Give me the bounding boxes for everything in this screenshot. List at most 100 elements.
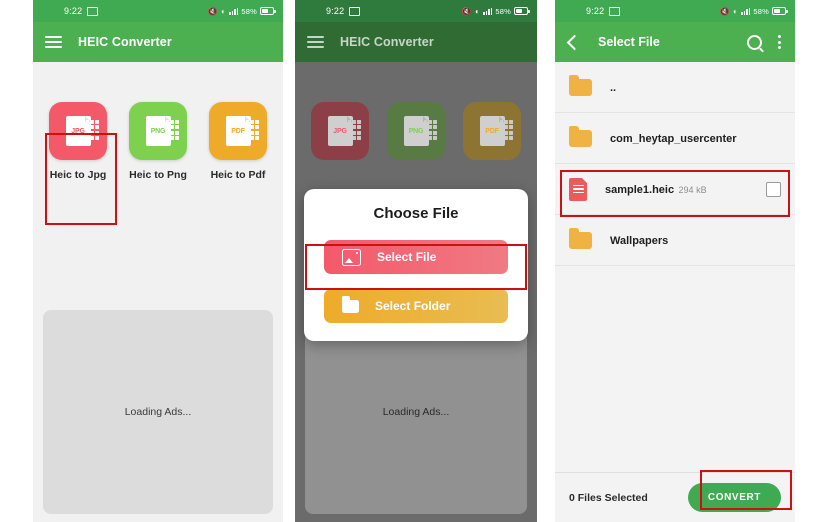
- document-shape: PDF: [479, 116, 513, 146]
- card-label: Heic to Png: [387, 169, 445, 181]
- list-item[interactable]: ..: [555, 62, 795, 113]
- ad-loading-text: Loading Ads...: [124, 406, 192, 418]
- status-time: 9:22: [586, 6, 605, 16]
- folder-icon: [569, 74, 592, 96]
- file-browser-title: Select File: [598, 35, 660, 49]
- status-bar: 9:22 🔇 ◐ 58%: [33, 0, 283, 22]
- conversion-card-row: JPG Heic to Jpg PNG Heic to Png PDF Heic…: [295, 62, 537, 181]
- file-select-checkbox[interactable]: [766, 181, 781, 197]
- choose-file-dialog: Choose File Select File Select Folder: [304, 189, 528, 341]
- document-shape: PNG: [403, 116, 437, 146]
- wifi-icon: ◐: [474, 6, 480, 16]
- folder-icon: [569, 227, 592, 249]
- format-label: PDF: [485, 127, 499, 135]
- document-shape: JPG: [65, 116, 99, 146]
- battery-icon: [260, 7, 276, 15]
- card-heic-to-png[interactable]: PNG Heic to Png: [125, 102, 191, 181]
- list-item-sample1-heic[interactable]: sample1.heic 294 kB: [555, 164, 795, 215]
- pixel-decoration: [499, 120, 513, 140]
- battery-icon: [514, 7, 530, 15]
- folder-icon: [569, 125, 592, 147]
- list-item-text: sample1.heic 294 kB: [605, 180, 766, 198]
- file-list: .. com_heytap_usercenter sample1.heic 29…: [555, 62, 795, 472]
- file-browser-footer: 0 Files Selected CONVERT: [555, 472, 795, 522]
- pixel-decoration: [165, 120, 179, 140]
- list-item-text: ..: [610, 78, 781, 96]
- volume-mute-icon: 🔇: [461, 6, 472, 16]
- volume-mute-icon: 🔇: [207, 6, 218, 16]
- status-time: 9:22: [326, 6, 345, 16]
- list-item-name: Wallpapers: [610, 235, 669, 247]
- phone-screen-choose-file-dialog: 9:22 🔇 ◐ 58% HEIC Converter JPG Heic to …: [295, 0, 537, 522]
- status-icons: 🔇 ◐ 58%: [461, 6, 530, 16]
- search-icon[interactable]: [747, 34, 762, 50]
- heic-file-icon: [569, 177, 587, 201]
- list-item-size: 294 kB: [678, 185, 707, 195]
- png-file-icon: PNG: [129, 102, 187, 160]
- select-folder-button[interactable]: Select Folder: [324, 289, 508, 323]
- format-label: PNG: [408, 127, 424, 135]
- signal-bars-icon: [741, 7, 751, 15]
- card-heic-to-pdf: PDF Heic to Pdf: [459, 102, 525, 181]
- status-time: 9:22: [64, 6, 83, 16]
- card-label: Heic to Pdf: [464, 169, 520, 181]
- pixel-decoration: [423, 120, 437, 140]
- format-label: PDF: [231, 127, 245, 135]
- wifi-icon: ◐: [732, 6, 738, 16]
- list-item[interactable]: com_heytap_usercenter: [555, 113, 795, 164]
- status-icons: 🔇 ◐ 58%: [207, 6, 276, 16]
- status-bar: 9:22 🔇 ◐ 58%: [555, 0, 795, 22]
- pdf-file-icon: PDF: [209, 102, 267, 160]
- phone-screen-file-browser: 9:22 🔇 ◐ 58% Select File .. com_heytap_u…: [555, 0, 795, 522]
- app-title: HEIC Converter: [78, 35, 172, 49]
- file-browser-app-bar: Select File: [555, 22, 795, 62]
- card-label: Heic to Jpg: [49, 169, 107, 181]
- volume-mute-icon: 🔇: [719, 6, 730, 16]
- app-title: HEIC Converter: [340, 35, 434, 49]
- list-item-text: com_heytap_usercenter: [610, 129, 781, 147]
- pdf-file-icon: PDF: [463, 102, 521, 160]
- list-item-name: ..: [610, 82, 617, 94]
- hamburger-menu-icon[interactable]: [45, 35, 62, 49]
- conversion-card-row: JPG Heic to Jpg PNG Heic to Png PDF Heic…: [33, 62, 283, 181]
- more-vertical-icon[interactable]: [778, 35, 781, 49]
- app-bar: HEIC Converter: [33, 22, 283, 62]
- hamburger-menu-icon[interactable]: [307, 35, 324, 49]
- select-folder-label: Select Folder: [375, 299, 451, 313]
- image-icon: [342, 248, 361, 266]
- card-label: Heic to Pdf: [210, 169, 266, 181]
- select-file-button[interactable]: Select File: [324, 240, 508, 274]
- status-bar: 9:22 🔇 ◐ 58%: [295, 0, 537, 22]
- png-file-icon: PNG: [387, 102, 445, 160]
- wifi-icon: ◐: [220, 6, 226, 16]
- battery-percent-label: 58%: [241, 6, 257, 16]
- card-heic-to-jpg[interactable]: JPG Heic to Jpg: [45, 102, 111, 181]
- battery-percent-label: 58%: [495, 6, 511, 16]
- home-body: JPG Heic to Jpg PNG Heic to Png PDF Heic…: [33, 62, 283, 522]
- card-label: Heic to Jpg: [311, 169, 369, 181]
- document-shape: PNG: [145, 116, 179, 146]
- ad-loading-text: Loading Ads...: [382, 406, 450, 418]
- list-item[interactable]: Wallpapers: [555, 215, 795, 266]
- jpg-file-icon: JPG: [311, 102, 369, 160]
- pixel-decoration: [347, 120, 361, 140]
- battery-icon: [772, 7, 788, 15]
- battery-percent-label: 58%: [753, 6, 769, 16]
- document-shape: PDF: [225, 116, 259, 146]
- format-label: JPG: [71, 127, 85, 135]
- status-icons: 🔇 ◐ 58%: [719, 6, 788, 16]
- selected-count-label: 0 Files Selected: [569, 491, 648, 504]
- dialog-title: Choose File: [373, 205, 459, 222]
- jpg-file-icon: JPG: [49, 102, 107, 160]
- list-item-name: com_heytap_usercenter: [610, 133, 737, 145]
- back-arrow-icon[interactable]: [566, 34, 583, 50]
- card-heic-to-png: PNG Heic to Png: [383, 102, 449, 181]
- signal-bars-icon: [483, 7, 493, 15]
- select-file-label: Select File: [377, 250, 437, 264]
- card-heic-to-jpg: JPG Heic to Jpg: [307, 102, 373, 181]
- signal-bars-icon: [229, 7, 239, 15]
- card-heic-to-pdf[interactable]: PDF Heic to Pdf: [205, 102, 271, 181]
- convert-button[interactable]: CONVERT: [687, 483, 781, 512]
- list-item-text: Wallpapers: [610, 231, 781, 249]
- screenshot-stage: 9:22 🔇 ◐ 58% HEIC Converter JPG Heic to …: [0, 0, 822, 522]
